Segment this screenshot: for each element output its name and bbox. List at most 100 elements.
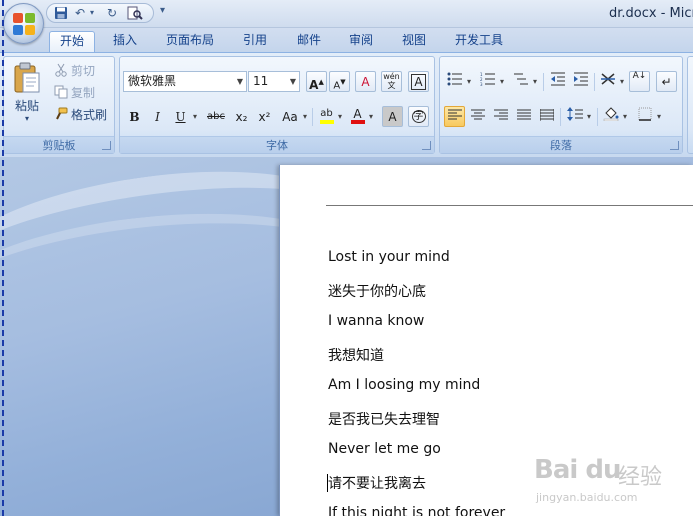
scissors-icon [54,63,68,77]
quick-access-toolbar: ↶ ▾ ↻ [46,3,154,23]
sort-button[interactable]: A↓ [629,71,650,92]
enclose-characters-icon: 字 [411,110,426,123]
paragraph-separator [543,73,544,91]
copy-button[interactable]: 复制 [54,83,95,103]
bold-button[interactable]: B [124,106,145,127]
subscript-button[interactable]: x₂ [231,106,252,127]
strikethrough-button[interactable]: abc [204,106,228,127]
bullets-button[interactable] [444,71,465,92]
format-painter-label: 格式刷 [71,108,108,122]
underline-dropdown-icon[interactable]: ▾ [193,112,197,121]
document-line[interactable]: Am I loosing my mind [328,377,480,393]
shading-dropdown-icon[interactable]: ▾ [623,112,627,121]
highlight-button[interactable]: ab [316,106,337,127]
show-marks-button[interactable]: ↵ [656,71,677,92]
paragraph-group-label: 段落 [440,136,682,153]
align-left-button[interactable] [444,106,465,127]
format-painter-button[interactable]: 格式刷 [54,105,107,125]
undo-icon[interactable]: ↶ [75,6,85,20]
underline-button[interactable]: U [170,106,191,127]
borders-icon [638,107,651,121]
ribbon: 粘贴 ▾ 剪切 复制 格式刷 剪贴板 微软雅黑 ▼ 11 ▼ A▲ A▼ A w… [0,52,693,156]
grow-font-button[interactable]: A▲ [306,71,327,92]
align-center-button[interactable] [467,106,488,127]
multilevel-list-button[interactable] [510,71,531,92]
save-icon[interactable] [54,6,68,23]
character-shading-button[interactable]: A [382,106,403,127]
multilevel-list-dropdown-icon[interactable]: ▾ [533,77,537,86]
font-family-select[interactable]: 微软雅黑 ▼ [123,71,247,92]
highlight-color-bar [320,120,334,124]
shading-button[interactable] [600,106,621,127]
tab-insert[interactable]: 插入 [103,31,147,52]
document-line[interactable]: 请不要让我离去 [328,473,426,493]
window-title: dr.docx - Micr [609,6,693,21]
tab-home[interactable]: 开始 [49,31,95,52]
superscript-button[interactable]: x² [254,106,275,127]
decrease-indent-button[interactable] [547,71,568,92]
tab-mailings[interactable]: 邮件 [287,31,331,52]
highlight-dropdown-icon[interactable]: ▾ [338,112,342,121]
change-case-button[interactable]: Aa [278,106,302,127]
font-color-button[interactable]: A [347,106,368,127]
clear-formatting-button[interactable]: A [355,71,376,92]
increase-indent-button[interactable] [570,71,591,92]
copy-label: 复制 [71,86,96,100]
distributed-button[interactable] [536,106,557,127]
clipboard-dialog-launcher-icon[interactable] [102,141,111,150]
styles-group-partial [687,56,693,154]
bullets-dropdown-icon[interactable]: ▾ [467,77,471,86]
document-line[interactable]: If this night is not forever [328,505,505,516]
document-line[interactable]: 是否我已失去理智 [328,409,440,429]
superscript-icon: x² [258,110,271,124]
document-line[interactable]: 我想知道 [328,345,384,365]
tab-developer[interactable]: 开发工具 [446,31,512,52]
borders-button[interactable] [634,106,655,127]
align-right-button[interactable] [490,106,511,127]
document-line[interactable]: 迷失于你的心底 [328,281,426,301]
shrink-font-button[interactable]: A▼ [329,71,350,92]
phonetic-guide-icon: wén [383,72,400,81]
font-size-dropdown-icon: ▼ [289,77,296,86]
italic-button[interactable]: I [147,106,168,127]
redo-icon[interactable]: ↻ [107,6,117,20]
character-border-button[interactable]: A [408,71,429,92]
baidu-watermark: Bai du 经验 jingyan.baidu.com [528,451,688,509]
header-rule [326,205,693,206]
justify-button[interactable] [513,106,534,127]
character-border-icon: A [411,74,426,90]
borders-dropdown-icon[interactable]: ▾ [657,112,661,121]
tab-page-layout[interactable]: 页面布局 [158,31,222,52]
underline-icon: U [175,110,186,124]
phonetic-guide-button[interactable]: wén 文 [381,71,402,92]
customize-qat-icon[interactable]: ▾ [160,5,165,16]
font-size-select[interactable]: 11 ▼ [248,71,300,92]
paragraph-dialog-launcher-icon[interactable] [670,141,679,150]
change-case-icon: Aa [282,110,298,124]
tab-references[interactable]: 引用 [233,31,277,52]
align-left-icon [447,109,462,120]
line-spacing-dropdown-icon[interactable]: ▾ [587,112,591,121]
bullets-icon [447,72,462,86]
chinese-layout-button[interactable] [597,71,618,92]
tab-review[interactable]: 审阅 [339,31,383,52]
office-button[interactable] [3,3,44,44]
document-line[interactable]: I wanna know [328,313,424,329]
print-preview-icon[interactable] [127,6,143,23]
paste-button[interactable]: 粘贴 ▾ [8,59,46,133]
undo-dropdown-icon[interactable]: ▾ [90,6,94,20]
document-line[interactable]: Lost in your mind [328,249,450,265]
tab-view[interactable]: 视图 [392,31,436,52]
font-dialog-launcher-icon[interactable] [422,141,431,150]
svg-text:3: 3 [480,82,483,86]
numbering-button[interactable]: 123 [477,71,498,92]
change-case-dropdown-icon[interactable]: ▾ [303,112,307,121]
chinese-layout-dropdown-icon[interactable]: ▾ [620,77,624,86]
document-line[interactable]: Never let me go [328,441,441,457]
font-color-dropdown-icon[interactable]: ▾ [369,112,373,121]
line-spacing-button[interactable] [564,106,585,127]
sort-icon: A↓ [632,71,647,81]
cut-button[interactable]: 剪切 [54,61,95,81]
enclose-characters-button[interactable]: 字 [408,106,429,127]
numbering-dropdown-icon[interactable]: ▾ [500,77,504,86]
